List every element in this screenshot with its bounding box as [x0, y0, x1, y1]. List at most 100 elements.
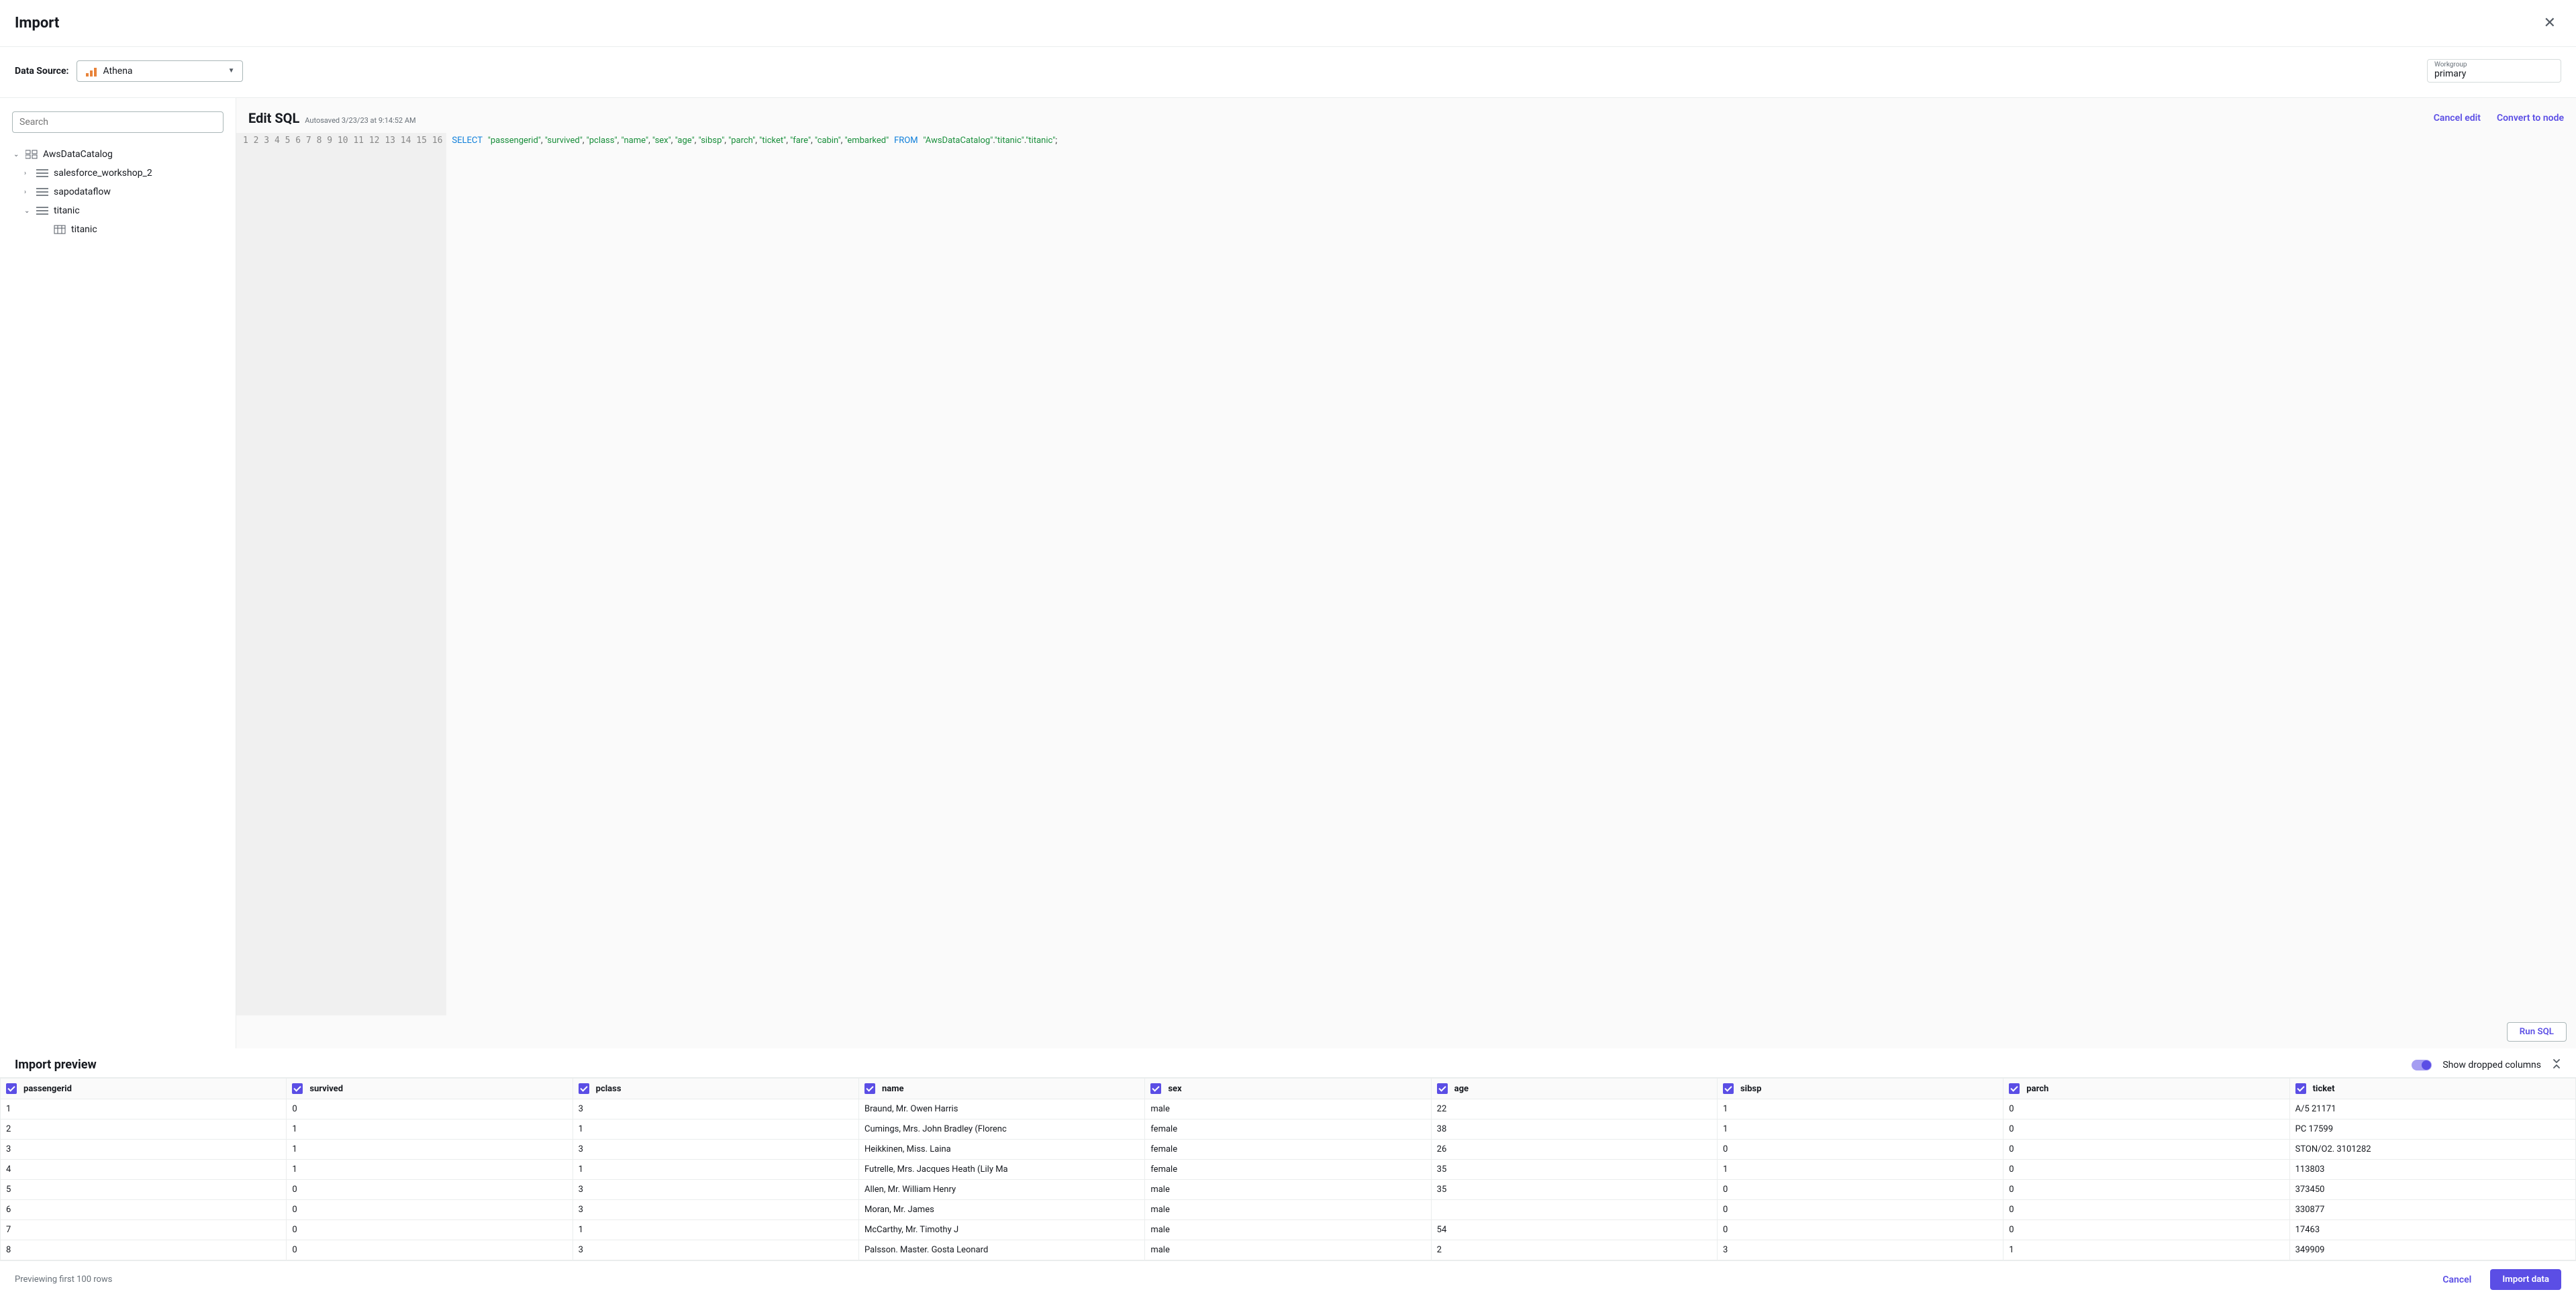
table-cell: 5: [1, 1180, 287, 1200]
line-gutter: 1 2 3 4 5 6 7 8 9 10 11 12 13 14 15 16: [236, 133, 446, 1015]
search-input[interactable]: [12, 111, 224, 133]
column-checkbox[interactable]: [1723, 1083, 1734, 1094]
table-cell: female: [1145, 1160, 1431, 1180]
convert-to-node-button[interactable]: Convert to node: [2497, 113, 2564, 123]
table-cell: 4: [1, 1160, 287, 1180]
table-cell: 8: [1, 1240, 287, 1260]
table-cell: 1: [2003, 1240, 2289, 1260]
collapse-icon[interactable]: [2552, 1059, 2561, 1070]
data-source-select[interactable]: Athena ▼: [77, 60, 243, 82]
previewing-text: Previewing first 100 rows: [15, 1275, 112, 1285]
column-label: pclass: [596, 1084, 622, 1094]
table-cell: STON/O2. 3101282: [2289, 1140, 2575, 1160]
code-editor[interactable]: 1 2 3 4 5 6 7 8 9 10 11 12 13 14 15 16 S…: [236, 133, 2576, 1015]
table-cell: 35: [1431, 1180, 1717, 1200]
table-cell: 0: [287, 1099, 573, 1119]
table-cell: 3: [573, 1200, 858, 1220]
column-header: survived: [287, 1079, 573, 1099]
table-cell: A/5 21171: [2289, 1099, 2575, 1119]
table-cell: 1: [573, 1160, 858, 1180]
modal-header: Import ✕: [0, 0, 2576, 47]
column-label: passengerid: [23, 1084, 72, 1094]
tree-node-database[interactable]: ›salesforce_workshop_2: [23, 164, 224, 183]
tree-node-label: titanic: [54, 205, 80, 216]
table-cell: Allen, Mr. William Henry: [858, 1180, 1144, 1200]
column-label: name: [882, 1084, 904, 1094]
table-cell: 0: [2003, 1099, 2289, 1119]
table-header-row: passengerid survived pclass name sexage sibsp…: [1, 1079, 2576, 1099]
tree-node-label: AwsDataCatalog: [43, 149, 113, 160]
column-checkbox[interactable]: [1150, 1083, 1161, 1094]
column-checkbox[interactable]: [2009, 1083, 2020, 1094]
table-cell: 26: [1431, 1140, 1717, 1160]
table-row: 313Heikkinen, Miss. Lainafemale2600STON/…: [1, 1140, 2576, 1160]
column-label: parch: [2026, 1084, 2048, 1094]
show-dropped-toggle[interactable]: [2412, 1060, 2432, 1070]
table-cell: 22: [1431, 1099, 1717, 1119]
workgroup-field[interactable]: Workgroup: [2427, 59, 2561, 83]
preview-title: Import preview: [15, 1058, 97, 1072]
table-cell: 0: [1717, 1200, 2003, 1220]
table-cell: 3: [573, 1240, 858, 1260]
column-checkbox[interactable]: [2295, 1083, 2306, 1094]
sql-editor-panel: Edit SQL Autosaved 3/23/23 at 9:14:52 AM…: [236, 98, 2576, 1048]
run-sql-button[interactable]: Run SQL: [2507, 1022, 2567, 1042]
tree-node-label: sapodataflow: [54, 187, 111, 197]
column-header: age: [1431, 1079, 1717, 1099]
database-icon: [36, 168, 48, 178]
column-checkbox[interactable]: [6, 1083, 17, 1094]
import-data-button[interactable]: Import data: [2490, 1269, 2561, 1290]
table-cell: 373450: [2289, 1180, 2575, 1200]
table-cell: male: [1145, 1099, 1431, 1119]
table-cell: 38: [1431, 1119, 1717, 1140]
column-label: ticket: [2313, 1084, 2335, 1094]
table-cell: 2: [1431, 1240, 1717, 1260]
preview-header: Import preview Show dropped columns: [0, 1048, 2576, 1077]
tree-node-catalog[interactable]: ⌄ AwsDataCatalog: [12, 145, 224, 164]
tree-caret-icon: ⌄: [24, 207, 31, 215]
table-cell: 0: [287, 1200, 573, 1220]
column-checkbox[interactable]: [1437, 1083, 1448, 1094]
table-cell: 3: [573, 1140, 858, 1160]
table-cell: 0: [287, 1220, 573, 1240]
column-label: sibsp: [1740, 1084, 1761, 1094]
tree-node-table[interactable]: titanic: [40, 220, 224, 239]
table-cell: female: [1145, 1140, 1431, 1160]
tree-node-database[interactable]: ⌄ titanic: [23, 201, 224, 220]
code-content[interactable]: SELECT "passengerid", "survived", "pclas…: [446, 133, 2576, 1015]
column-header: sex: [1145, 1079, 1431, 1099]
table-cell: McCarthy, Mr. Timothy J: [858, 1220, 1144, 1240]
column-checkbox[interactable]: [292, 1083, 303, 1094]
table-body: 103Braund, Mr. Owen Harrismale2210A/5 21…: [1, 1099, 2576, 1260]
chevron-down-icon: ▼: [228, 67, 235, 74]
column-checkbox[interactable]: [579, 1083, 589, 1094]
cancel-button[interactable]: Cancel: [2442, 1275, 2471, 1285]
tree-caret-icon: ⌄: [13, 151, 20, 158]
preview-table: passengerid survived pclass name sexage sibsp…: [0, 1078, 2576, 1260]
cancel-edit-button[interactable]: Cancel edit: [2434, 113, 2481, 123]
table-cell: 3: [1, 1140, 287, 1160]
tree-node-label: titanic: [71, 224, 97, 235]
show-dropped-label: Show dropped columns: [2442, 1060, 2541, 1070]
table-cell: 0: [2003, 1160, 2289, 1180]
table-cell: 1: [1, 1099, 287, 1119]
column-checkbox[interactable]: [864, 1083, 875, 1094]
table-cell: Cumings, Mrs. John Bradley (Florenc: [858, 1119, 1144, 1140]
table-cell: 0: [2003, 1119, 2289, 1140]
data-source-value: Athena: [103, 66, 132, 77]
athena-icon: [85, 65, 97, 77]
table-cell: 1: [1717, 1099, 2003, 1119]
table-icon: [54, 225, 66, 234]
close-icon[interactable]: ✕: [2538, 12, 2561, 34]
table-cell: 35: [1431, 1160, 1717, 1180]
tree-caret-icon: ›: [24, 189, 31, 196]
table-cell: 3: [1717, 1240, 2003, 1260]
table-cell: 330877: [2289, 1200, 2575, 1220]
table-cell: 0: [1717, 1220, 2003, 1240]
table-cell: 1: [573, 1119, 858, 1140]
tree-node-label: salesforce_workshop_2: [54, 168, 152, 179]
column-header: sibsp: [1717, 1079, 2003, 1099]
tree-node-database[interactable]: › sapodataflow: [23, 183, 224, 201]
workgroup-input[interactable]: [2434, 68, 2554, 79]
table-cell: PC 17599: [2289, 1119, 2575, 1140]
